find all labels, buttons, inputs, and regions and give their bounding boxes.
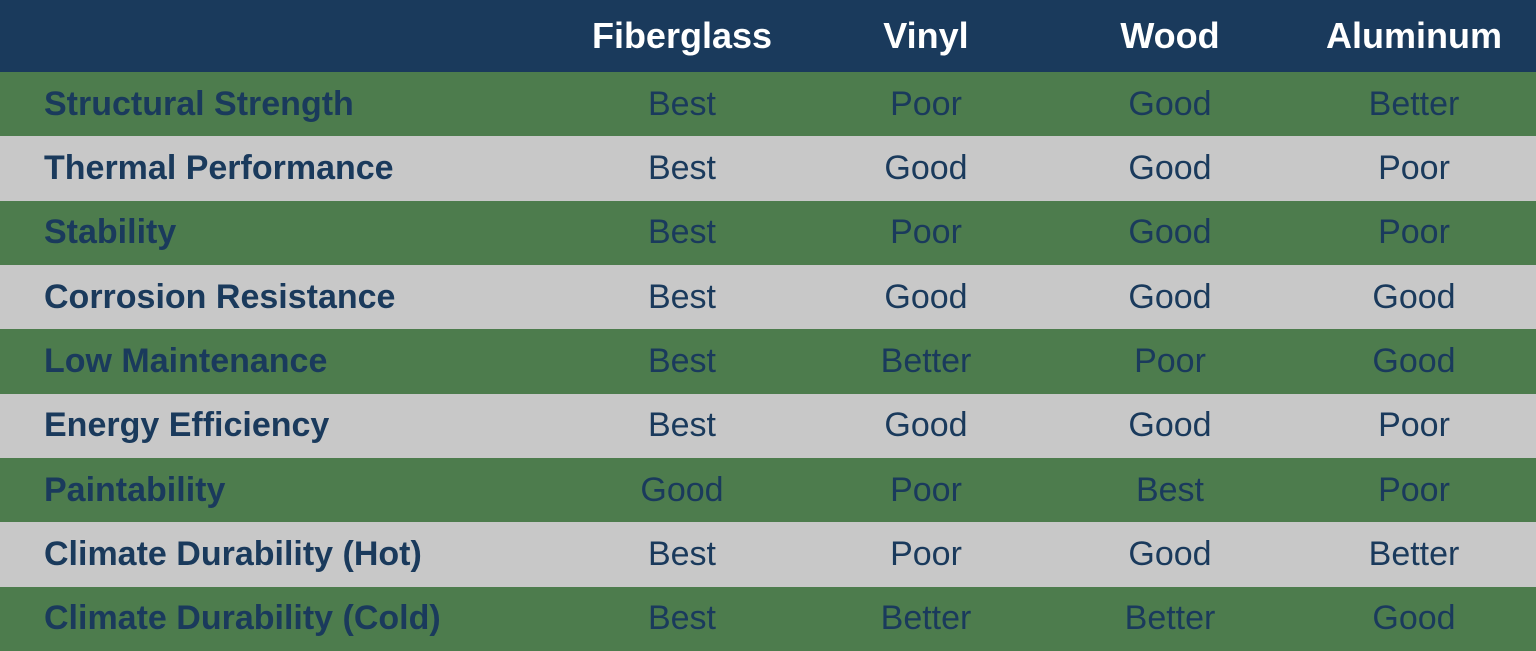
row-6-col-1: Poor xyxy=(804,471,1048,510)
table-row-0: Structural StrengthBestPoorGoodBetter xyxy=(0,72,1536,136)
row-4-col-1: Better xyxy=(804,342,1048,381)
row-6-col-3: Poor xyxy=(1292,471,1536,510)
header-vinyl: Vinyl xyxy=(804,15,1048,57)
row-4-col-0: Best xyxy=(560,342,804,381)
row-3-col-3: Good xyxy=(1292,278,1536,317)
row-5-col-2: Good xyxy=(1048,406,1292,445)
table-row-7: Climate Durability (Hot)BestPoorGoodBett… xyxy=(0,522,1536,586)
row-7-col-1: Poor xyxy=(804,535,1048,574)
row-7-col-2: Good xyxy=(1048,535,1292,574)
header-aluminum: Aluminum xyxy=(1292,15,1536,57)
row-8-col-0: Best xyxy=(560,599,804,638)
header-wood: Wood xyxy=(1048,15,1292,57)
row-6-col-2: Best xyxy=(1048,471,1292,510)
row-8-col-3: Good xyxy=(1292,599,1536,638)
row-5-col-3: Poor xyxy=(1292,406,1536,445)
row-7-col-3: Better xyxy=(1292,535,1536,574)
table-row-4: Low MaintenanceBestBetterPoorGood xyxy=(0,329,1536,393)
table-row-1: Thermal PerformanceBestGoodGoodPoor xyxy=(0,136,1536,200)
row-label-0: Structural Strength xyxy=(0,85,560,124)
header-fiberglass: Fiberglass xyxy=(560,15,804,57)
row-0-col-2: Good xyxy=(1048,85,1292,124)
row-2-col-1: Poor xyxy=(804,213,1048,252)
row-2-col-2: Good xyxy=(1048,213,1292,252)
row-3-col-0: Best xyxy=(560,278,804,317)
row-4-col-2: Poor xyxy=(1048,342,1292,381)
row-1-col-2: Good xyxy=(1048,149,1292,188)
row-label-2: Stability xyxy=(0,213,560,252)
table-row-3: Corrosion ResistanceBestGoodGoodGood xyxy=(0,265,1536,329)
row-8-col-1: Better xyxy=(804,599,1048,638)
row-1-col-3: Poor xyxy=(1292,149,1536,188)
row-label-6: Paintability xyxy=(0,471,560,510)
table-row-5: Energy EfficiencyBestGoodGoodPoor xyxy=(0,394,1536,458)
row-0-col-1: Poor xyxy=(804,85,1048,124)
row-7-col-0: Best xyxy=(560,535,804,574)
row-0-col-3: Better xyxy=(1292,85,1536,124)
row-label-1: Thermal Performance xyxy=(0,149,560,188)
row-label-3: Corrosion Resistance xyxy=(0,278,560,317)
row-label-8: Climate Durability (Cold) xyxy=(0,599,560,638)
table-header: Fiberglass Vinyl Wood Aluminum xyxy=(0,0,1536,72)
table-row-2: StabilityBestPoorGoodPoor xyxy=(0,201,1536,265)
row-1-col-0: Best xyxy=(560,149,804,188)
row-4-col-3: Good xyxy=(1292,342,1536,381)
comparison-table: Fiberglass Vinyl Wood Aluminum Structura… xyxy=(0,0,1536,651)
row-1-col-1: Good xyxy=(804,149,1048,188)
row-0-col-0: Best xyxy=(560,85,804,124)
row-label-4: Low Maintenance xyxy=(0,342,560,381)
row-2-col-0: Best xyxy=(560,213,804,252)
row-label-5: Energy Efficiency xyxy=(0,406,560,445)
row-3-col-1: Good xyxy=(804,278,1048,317)
row-8-col-2: Better xyxy=(1048,599,1292,638)
row-2-col-3: Poor xyxy=(1292,213,1536,252)
table-row-8: Climate Durability (Cold)BestBetterBette… xyxy=(0,587,1536,651)
row-5-col-1: Good xyxy=(804,406,1048,445)
row-label-7: Climate Durability (Hot) xyxy=(0,535,560,574)
row-5-col-0: Best xyxy=(560,406,804,445)
table-row-6: PaintabilityGoodPoorBestPoor xyxy=(0,458,1536,522)
row-3-col-2: Good xyxy=(1048,278,1292,317)
row-6-col-0: Good xyxy=(560,471,804,510)
